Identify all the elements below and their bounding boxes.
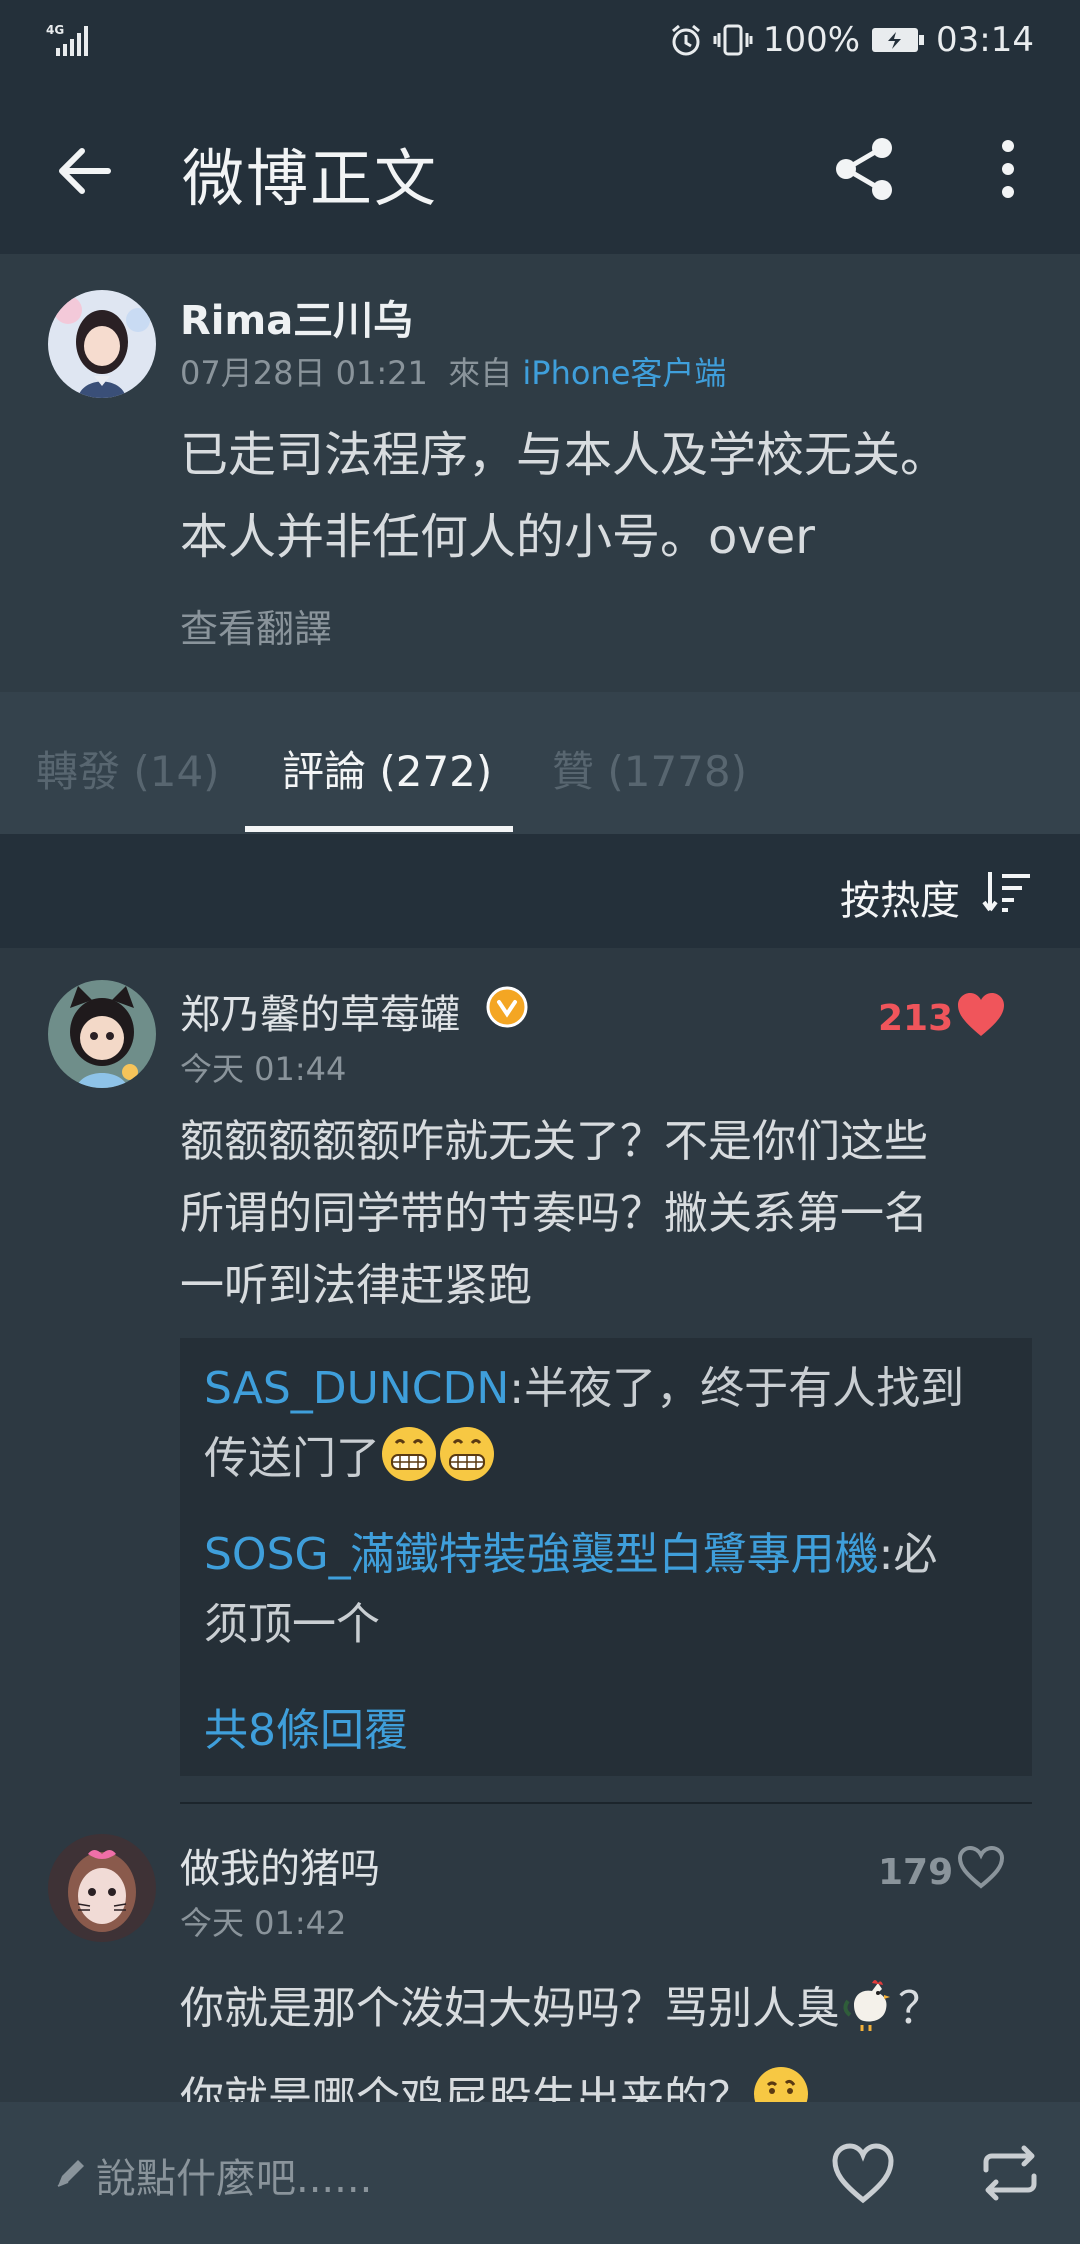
reply-item: SOSG_滿鐵特裝強襲型白鷺專用機:必 须顶一个: [204, 1520, 1014, 1660]
reply-text: :必: [878, 1529, 938, 1580]
reply-item: SAS_DUNCDN:半夜了，终于有人找到 传送门了: [204, 1354, 1014, 1494]
translate-link[interactable]: 查看翻譯: [180, 598, 332, 653]
post-text: 已走司法程序，与本人及学校无关。 本人并非任何人的小号。over: [180, 414, 1040, 578]
comment-time: 今天 01:42: [180, 1904, 347, 1942]
reply-username-link[interactable]: SAS_DUNCDN: [204, 1363, 509, 1414]
post-from-label: 來自: [448, 354, 513, 392]
reply-text: :半夜了，终于有人找到: [509, 1363, 965, 1414]
grinning-emoji-icon: [440, 1427, 494, 1481]
comment-text-line: 额额额额额咋就无关了？不是你们这些: [180, 1116, 928, 1167]
author-avatar[interactable]: [48, 290, 156, 398]
liked-heart-icon[interactable]: [956, 992, 1006, 1038]
battery-percent: 100%: [762, 20, 861, 60]
reply-username-link[interactable]: SOSG_滿鐵特裝強襲型白鷺專用機: [204, 1529, 879, 1580]
reply-text: 须顶一个: [204, 1599, 380, 1650]
comment-text-line: 所谓的同学带的节奏吗？撇关系第一名: [180, 1188, 928, 1239]
alarm-icon: [671, 24, 700, 56]
comment-text-segment: ？: [898, 1983, 942, 2034]
tab-likes[interactable]: 贊 (1778): [552, 738, 747, 799]
tab-reposts[interactable]: 轉發 (14): [36, 738, 220, 799]
pencil-icon: [57, 2160, 84, 2187]
share-icon[interactable]: [830, 134, 900, 204]
active-tab-indicator: [245, 826, 513, 832]
comment-input[interactable]: 說點什麼吧......: [96, 2146, 372, 2204]
commenter-name[interactable]: 做我的猪吗: [180, 1836, 380, 1894]
reply-preview-box[interactable]: SAS_DUNCDN:半夜了，终于有人找到 传送门了 SOSG_滿鐵特裝強襲型白…: [180, 1338, 1032, 1776]
comment-list: 郑乃馨的草莓罐 今天 01:44 213 额额额额额咋就无关了？不是你们这些 所…: [0, 948, 1080, 2102]
vibrate-icon: [713, 24, 753, 56]
comment-text: 额额额额额咋就无关了？不是你们这些 所谓的同学带的节奏吗？撇关系第一名 一听到法…: [180, 1106, 1020, 1322]
comment-text: 你就是那个泼妇大妈吗？骂别人臭 ？ 你就是哪个鸡屁股生出来的？: [180, 1964, 1040, 2102]
interaction-tabs: 轉發 (14) 評論 (272) 贊 (1778): [0, 692, 1080, 834]
commenter-name[interactable]: 郑乃馨的草莓罐: [180, 982, 460, 1040]
post-meta: 07月28日 01:21 來自 iPhone客户端: [180, 348, 726, 394]
sort-icon[interactable]: [982, 870, 1032, 914]
more-options-icon[interactable]: [980, 134, 1036, 204]
reply-text: 传送门了: [204, 1433, 380, 1484]
comment-time: 今天 01:44: [180, 1050, 347, 1088]
sort-label[interactable]: 按热度: [840, 868, 960, 926]
sort-bar: 按热度: [0, 834, 1080, 948]
comment-text-line: 你就是哪个鸡屁股生出来的？: [180, 2054, 1040, 2102]
app-bar: 微博正文: [0, 84, 1080, 254]
like-heart-icon[interactable]: [830, 2142, 896, 2204]
signal-icon: 4G: [46, 23, 88, 56]
network-type: 4G: [46, 23, 64, 37]
verified-badge-icon: [486, 986, 528, 1028]
status-bar: 4G 100% 03:14: [0, 0, 1080, 84]
tab-comments[interactable]: 評論 (272): [282, 738, 492, 799]
comment-text-segment: 你就是那个泼妇大妈吗？骂别人臭: [180, 1983, 840, 2034]
back-arrow-icon[interactable]: [50, 138, 116, 204]
battery-icon: [872, 28, 925, 52]
comment-text-line: 你就是那个泼妇大妈吗？骂别人臭 ？: [180, 1964, 1040, 2054]
post-text-line: 已走司法程序，与本人及学校无关。: [180, 427, 949, 483]
bottom-action-bar: 說點什麼吧......: [0, 2102, 1080, 2244]
comment-text-line: 一听到法律赶紧跑: [180, 1260, 532, 1311]
commenter-avatar[interactable]: [48, 1834, 156, 1942]
page-title: 微博正文: [182, 142, 439, 215]
post-source-link[interactable]: iPhone客户端: [522, 354, 726, 392]
post-date: 07月28日 01:21: [180, 354, 428, 392]
original-post: Rima三川乌 07月28日 01:21 來自 iPhone客户端 已走司法程序…: [0, 254, 1080, 692]
view-all-replies-link[interactable]: 共8條回覆: [204, 1694, 408, 1758]
comment-like-count: 213: [878, 998, 954, 1039]
comment-text-segment: 你就是哪个鸡屁股生出来的？: [180, 2073, 752, 2102]
author-name[interactable]: Rima三川乌: [180, 288, 413, 346]
repost-icon[interactable]: [980, 2144, 1040, 2202]
comment-divider: [180, 1802, 1032, 1804]
post-text-line: 本人并非任何人的小号。over: [180, 509, 816, 565]
commenter-avatar[interactable]: [48, 980, 156, 1088]
grinning-emoji-icon: [382, 1427, 436, 1481]
rooster-emoji-icon: [843, 1980, 890, 2031]
thinking-emoji-icon: [754, 2067, 808, 2102]
comment-like-count: 179: [878, 1852, 954, 1893]
clock: 03:14: [936, 20, 1034, 60]
heart-outline-icon[interactable]: [956, 1844, 1006, 1890]
